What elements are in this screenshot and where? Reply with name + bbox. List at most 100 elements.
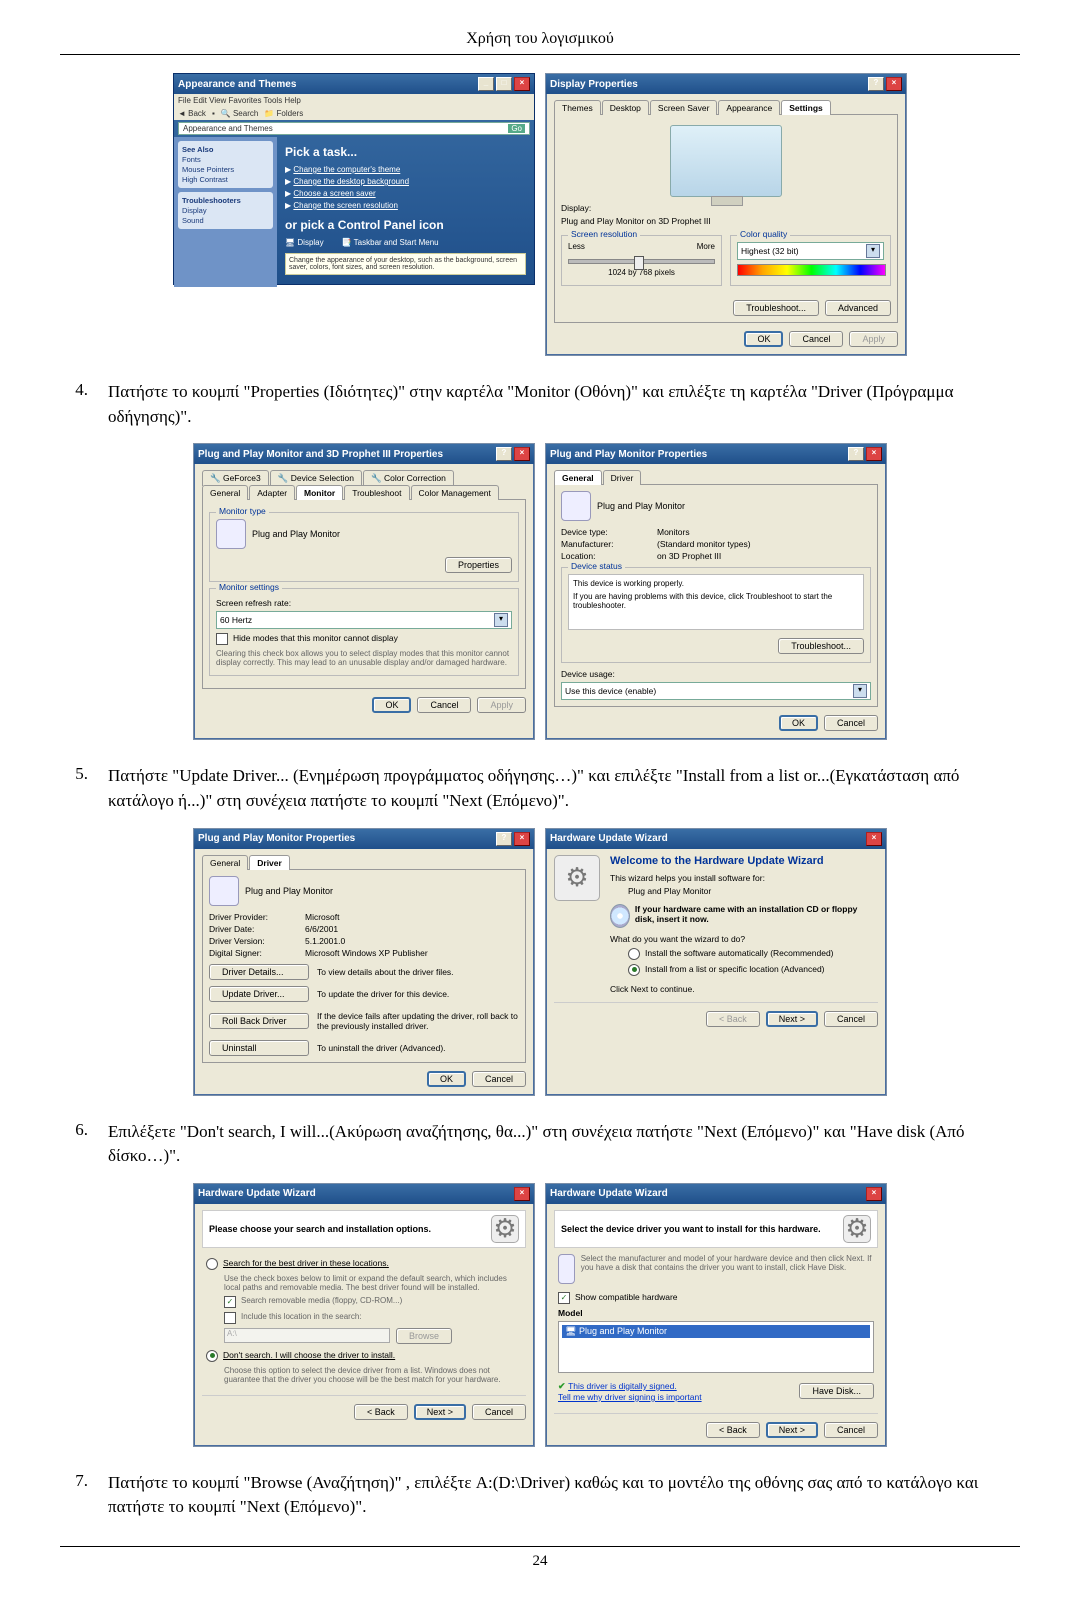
ok-button[interactable]: OK <box>427 1071 466 1087</box>
tab-general[interactable]: General <box>202 855 248 870</box>
tab-desktop[interactable]: Desktop <box>602 100 649 115</box>
tab-color-management[interactable]: Color Management <box>411 485 499 500</box>
model-list-item[interactable]: 🖥 Plug and Play Monitor <box>562 1325 870 1338</box>
ok-button[interactable]: OK <box>372 697 411 713</box>
cp-icon-taskbar[interactable]: 📑 Taskbar and Start Menu <box>342 238 439 247</box>
next-button[interactable]: Next > <box>766 1422 818 1438</box>
monitor-properties-general-window: Plug and Play Monitor Properties ?× Gene… <box>545 443 887 740</box>
titlebar: Appearance and Themes _ □ × <box>174 74 534 94</box>
close-button[interactable]: × <box>514 832 530 846</box>
folders-button[interactable]: 📁 Folders <box>264 109 303 118</box>
cancel-button[interactable]: Cancel <box>824 715 878 731</box>
tab-appearance[interactable]: Appearance <box>718 100 780 115</box>
advanced-button[interactable]: Advanced <box>825 300 891 316</box>
task-link[interactable]: ▶ Change the desktop background <box>285 177 526 186</box>
tab-themes[interactable]: Themes <box>554 100 601 115</box>
search-button[interactable]: 🔍 Search <box>221 109 259 118</box>
cancel-button[interactable]: Cancel <box>824 1011 878 1027</box>
tab-settings[interactable]: Settings <box>781 100 831 115</box>
next-button[interactable]: Next > <box>766 1011 818 1027</box>
main-panel: Pick a task... ▶ Change the computer's t… <box>277 137 534 287</box>
tab-driver[interactable]: Driver <box>249 855 290 870</box>
task-link[interactable]: ▶ Change the screen resolution <box>285 201 526 210</box>
radio-dont-search[interactable] <box>206 1350 218 1362</box>
description-tip: Change the appearance of your desktop, s… <box>285 253 526 275</box>
help-button[interactable]: ? <box>848 447 864 461</box>
help-button[interactable]: ? <box>496 832 512 846</box>
address-bar[interactable]: Appearance and Themes Go <box>178 122 530 135</box>
tab-device-selection[interactable]: 🔧 Device Selection <box>270 470 362 486</box>
browse-button[interactable]: Browse <box>396 1328 452 1344</box>
radio-install-from-list[interactable] <box>628 964 640 976</box>
cancel-button[interactable]: Cancel <box>824 1422 878 1438</box>
cancel-button[interactable]: Cancel <box>472 1404 526 1420</box>
tab-color-correction[interactable]: 🔧 Color Correction <box>363 470 454 486</box>
apply-button[interactable]: Apply <box>849 331 898 347</box>
sidebar-link[interactable]: Fonts <box>182 155 269 164</box>
help-button[interactable]: ? <box>868 77 884 91</box>
apply-button[interactable]: Apply <box>477 697 526 713</box>
uninstall-button[interactable]: Uninstall <box>209 1040 309 1056</box>
sidebar-link[interactable]: Mouse Pointers <box>182 165 269 174</box>
maximize-button[interactable]: □ <box>496 77 512 91</box>
troubleshoot-button[interactable]: Troubleshoot... <box>778 638 864 654</box>
close-button[interactable]: × <box>514 447 530 461</box>
radio-search-best-driver[interactable] <box>206 1258 218 1270</box>
help-button[interactable]: ? <box>496 447 512 461</box>
close-button[interactable]: × <box>514 1187 530 1201</box>
toolbar[interactable]: ◄ Back ▪ 🔍 Search 📁 Folders <box>174 107 534 120</box>
checkbox-removable-media[interactable] <box>224 1296 236 1308</box>
tab-troubleshoot[interactable]: Troubleshoot <box>344 485 409 500</box>
checkbox-show-compatible[interactable] <box>558 1292 570 1304</box>
tab-adapter[interactable]: Adapter <box>249 485 295 500</box>
why-signing-link[interactable]: Tell me why driver signing is important <box>558 1392 702 1402</box>
back-button[interactable]: < Back <box>706 1422 760 1438</box>
close-button[interactable]: × <box>866 447 882 461</box>
close-button[interactable]: × <box>866 832 882 846</box>
location-path-input[interactable]: A:\ <box>224 1328 390 1343</box>
have-disk-button[interactable]: Have Disk... <box>799 1383 874 1399</box>
cancel-button[interactable]: Cancel <box>789 331 843 347</box>
tab-driver[interactable]: Driver <box>603 470 642 485</box>
step-7: 7. Πατήστε το κουμπί "Browse (Αναζήτηση)… <box>60 1471 1020 1520</box>
cp-icon-display[interactable]: 🖥 Display <box>285 238 324 247</box>
hide-modes-checkbox[interactable] <box>216 633 228 645</box>
ok-button[interactable]: OK <box>779 715 818 731</box>
resolution-slider[interactable] <box>568 259 715 264</box>
task-link[interactable]: ▶ Choose a screen saver <box>285 189 526 198</box>
close-button[interactable]: × <box>514 77 530 91</box>
sidebar-link[interactable]: High Contrast <box>182 175 269 184</box>
update-driver-button[interactable]: Update Driver... <box>209 986 309 1002</box>
tab-screensaver[interactable]: Screen Saver <box>650 100 718 115</box>
task-link[interactable]: ▶ Change the computer's theme <box>285 165 526 174</box>
ok-button[interactable]: OK <box>744 331 783 347</box>
cancel-button[interactable]: Cancel <box>417 697 471 713</box>
back-button[interactable]: < Back <box>706 1011 760 1027</box>
sidebar-link[interactable]: Sound <box>182 216 269 225</box>
radio-auto-install[interactable] <box>628 948 640 960</box>
cancel-button[interactable]: Cancel <box>472 1071 526 1087</box>
monitor-adapter-properties-window: Plug and Play Monitor and 3D Prophet III… <box>193 443 535 740</box>
back-button[interactable]: < Back <box>354 1404 408 1420</box>
refresh-rate-dropdown[interactable]: 60 Hertz▾ <box>216 611 512 629</box>
back-button[interactable]: ◄ Back <box>178 109 206 118</box>
go-button[interactable]: Go <box>508 124 525 133</box>
minimize-button[interactable]: _ <box>478 77 494 91</box>
close-button[interactable]: × <box>886 77 902 91</box>
sidebar-link[interactable]: Display <box>182 206 269 215</box>
model-list[interactable]: 🖥 Plug and Play Monitor <box>558 1321 874 1373</box>
roll-back-driver-button[interactable]: Roll Back Driver <box>209 1013 309 1029</box>
tab-monitor[interactable]: Monitor <box>296 485 343 500</box>
properties-button[interactable]: Properties <box>445 557 512 573</box>
tab-geforce3[interactable]: 🔧 GeForce3 <box>202 470 269 486</box>
checkbox-include-location[interactable] <box>224 1312 236 1324</box>
next-button[interactable]: Next > <box>414 1404 466 1420</box>
color-quality-dropdown[interactable]: Highest (32 bit)▾ <box>737 242 884 260</box>
troubleshoot-button[interactable]: Troubleshoot... <box>733 300 819 316</box>
close-button[interactable]: × <box>866 1187 882 1201</box>
tab-general[interactable]: General <box>202 485 248 500</box>
device-usage-dropdown[interactable]: Use this device (enable)▾ <box>561 682 871 700</box>
menu-bar[interactable]: File Edit View Favorites Tools Help <box>174 94 534 107</box>
driver-details-button[interactable]: Driver Details... <box>209 964 309 980</box>
tab-general[interactable]: General <box>554 470 602 485</box>
